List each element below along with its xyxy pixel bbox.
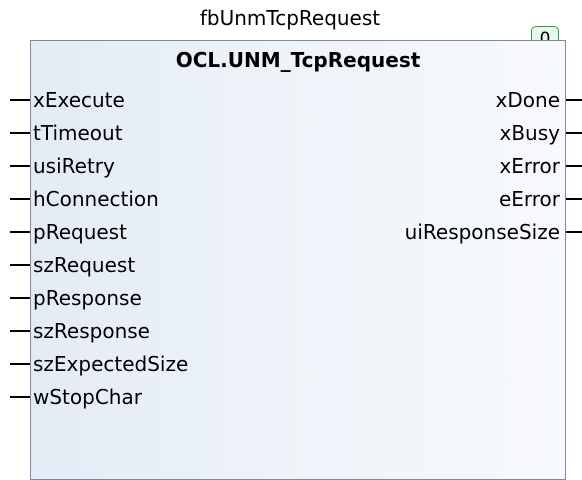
block-type-title: OCL.UNM_TcpRequest <box>175 48 421 72</box>
input-pin-prequest[interactable]: pRequest <box>0 217 260 247</box>
pin-connector <box>10 330 30 332</box>
input-pin-label: wStopChar <box>33 385 142 409</box>
input-pin-presponse[interactable]: pResponse <box>0 283 260 313</box>
output-pin-xdone[interactable]: xDone <box>300 85 582 115</box>
input-pin-label: pRequest <box>33 220 127 244</box>
input-pin-szexpectedsize[interactable]: szExpectedSize <box>0 349 260 379</box>
pin-connector <box>10 396 30 398</box>
input-pin-hconnection[interactable]: hConnection <box>0 184 260 214</box>
input-pin-wstopchar[interactable]: wStopChar <box>0 382 260 412</box>
input-pin-szrequest[interactable]: szRequest <box>0 250 260 280</box>
pin-connector <box>566 165 582 167</box>
input-pin-xexecute[interactable]: xExecute <box>0 85 260 115</box>
pin-connector <box>10 264 30 266</box>
pin-connector <box>10 231 30 233</box>
input-pin-ttimeout[interactable]: tTimeout <box>0 118 260 148</box>
pin-connector <box>566 198 582 200</box>
output-pin-label: eError <box>498 187 560 211</box>
input-pin-label: szResponse <box>33 319 150 343</box>
input-pin-label: szRequest <box>33 253 136 277</box>
input-pin-label: xExecute <box>33 88 125 112</box>
output-pin-label: uiResponseSize <box>404 220 560 244</box>
pin-connector <box>10 99 30 101</box>
output-pin-xerror[interactable]: xError <box>300 151 582 181</box>
output-pin-uiresponsesize[interactable]: uiResponseSize <box>300 217 582 247</box>
output-pin-label: xError <box>499 154 560 178</box>
pin-connector <box>10 297 30 299</box>
input-pin-label: szExpectedSize <box>33 352 189 376</box>
output-pin-eerror[interactable]: eError <box>300 184 582 214</box>
input-pin-label: usiRetry <box>33 154 115 178</box>
instance-name: fbUnmTcpRequest <box>199 6 381 30</box>
output-pin-label: xBusy <box>499 121 561 145</box>
pin-connector <box>10 363 30 365</box>
input-pin-label: tTimeout <box>33 121 123 145</box>
input-pin-label: hConnection <box>33 187 159 211</box>
input-pin-szresponse[interactable]: szResponse <box>0 316 260 346</box>
input-pin-label: pResponse <box>33 286 142 310</box>
input-pin-usiretry[interactable]: usiRetry <box>0 151 260 181</box>
output-pin-label: xDone <box>495 88 560 112</box>
pin-connector <box>10 132 30 134</box>
pin-connector <box>10 198 30 200</box>
pin-connector <box>566 99 582 101</box>
pin-connector <box>10 165 30 167</box>
output-pin-xbusy[interactable]: xBusy <box>300 118 582 148</box>
pin-connector <box>566 132 582 134</box>
pin-connector <box>566 231 582 233</box>
